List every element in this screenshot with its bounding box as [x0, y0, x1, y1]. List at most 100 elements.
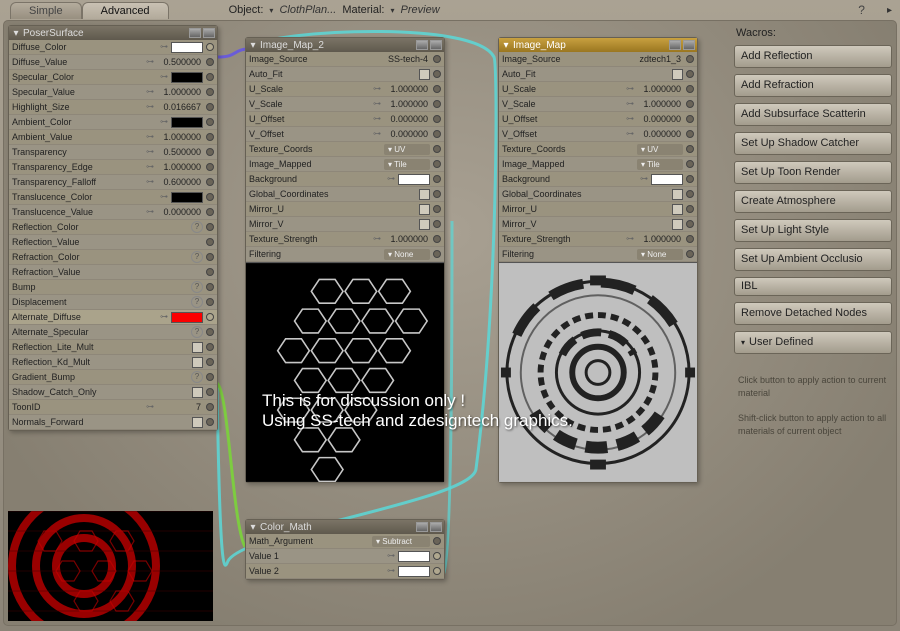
key-icon[interactable]: ⊶: [623, 234, 637, 244]
row-value[interactable]: 1.000000: [637, 84, 683, 94]
node-image-map-2[interactable]: ▾ Image_Map_2 Image_SourceSS-tech-4 Auto…: [245, 37, 445, 483]
dropdown[interactable]: ▾ Subtract: [372, 536, 430, 547]
object-value[interactable]: ClothPlan...: [279, 4, 336, 16]
wacro-add-sss[interactable]: Add Subsurface Scatterin: [734, 103, 892, 126]
color-swatch[interactable]: [171, 117, 203, 128]
key-icon[interactable]: ⊶: [143, 87, 157, 97]
key-icon[interactable]: ⊶: [384, 566, 398, 576]
output-port[interactable]: [206, 373, 214, 381]
wacro-add-refraction[interactable]: Add Refraction: [734, 74, 892, 97]
output-port[interactable]: [433, 552, 441, 560]
output-port[interactable]: [206, 148, 214, 156]
node-window-button[interactable]: [430, 40, 442, 50]
chevron-down-icon[interactable]: ▾: [269, 6, 273, 15]
checkbox[interactable]: [419, 189, 430, 200]
wacro-create-atmosphere[interactable]: Create Atmosphere: [734, 190, 892, 213]
output-port[interactable]: [433, 235, 441, 243]
key-icon[interactable]: ⊶: [370, 234, 384, 244]
output-port[interactable]: [433, 85, 441, 93]
output-port[interactable]: [433, 160, 441, 168]
key-icon[interactable]: ⊶: [623, 84, 637, 94]
checkbox[interactable]: [672, 69, 683, 80]
key-icon[interactable]: ⊶: [384, 551, 398, 561]
row-value[interactable]: 1.000000: [157, 87, 203, 97]
row-value[interactable]: 1.000000: [157, 162, 203, 172]
output-port[interactable]: [686, 235, 694, 243]
node-titlebar[interactable]: ▾ PoserSurface: [9, 26, 217, 40]
color-swatch[interactable]: [398, 551, 430, 562]
color-swatch[interactable]: [651, 174, 683, 185]
output-port[interactable]: [686, 160, 694, 168]
row-value[interactable]: 1.000000: [637, 99, 683, 109]
preview-label[interactable]: Preview: [401, 4, 440, 16]
output-port[interactable]: [433, 220, 441, 228]
output-port[interactable]: [206, 163, 214, 171]
tab-advanced[interactable]: Advanced: [82, 2, 169, 19]
output-port[interactable]: [206, 268, 214, 276]
row-value[interactable]: 0.000000: [157, 207, 203, 217]
key-icon[interactable]: ⊶: [157, 72, 171, 82]
collapse-icon[interactable]: ▾: [248, 40, 258, 51]
dropdown[interactable]: ▾ UV: [637, 144, 683, 155]
node-window-button[interactable]: [416, 522, 428, 532]
key-icon[interactable]: ⊶: [637, 174, 651, 184]
node-window-button[interactable]: [683, 40, 695, 50]
key-icon[interactable]: ⊶: [143, 132, 157, 142]
output-port[interactable]: [433, 100, 441, 108]
key-icon[interactable]: ⊶: [157, 312, 171, 322]
output-port[interactable]: [686, 175, 694, 183]
output-port[interactable]: [433, 190, 441, 198]
node-image-map[interactable]: ▾ Image_Map Image_Sourcezdtech1_3 Auto_F…: [498, 37, 698, 483]
row-value[interactable]: 0.000000: [384, 129, 430, 139]
tab-simple[interactable]: Simple: [10, 2, 82, 19]
chevron-down-icon[interactable]: ▾: [391, 6, 395, 15]
key-icon[interactable]: ⊶: [157, 192, 171, 202]
key-icon[interactable]: ⊶: [143, 147, 157, 157]
wacro-add-reflection[interactable]: Add Reflection: [734, 45, 892, 68]
output-port[interactable]: [206, 238, 214, 246]
row-value[interactable]: 1.000000: [637, 234, 683, 244]
wacro-user-defined[interactable]: ▾User Defined: [734, 331, 892, 354]
help-icon[interactable]: ?: [191, 326, 203, 338]
key-icon[interactable]: ⊶: [143, 57, 157, 67]
output-port[interactable]: [686, 55, 694, 63]
dropdown[interactable]: ▾ None: [637, 249, 683, 260]
row-value[interactable]: 0.016667: [157, 102, 203, 112]
color-swatch[interactable]: [398, 174, 430, 185]
output-port[interactable]: [433, 175, 441, 183]
dropdown[interactable]: ▾ None: [384, 249, 430, 260]
color-swatch[interactable]: [398, 566, 430, 577]
output-port[interactable]: [433, 145, 441, 153]
color-swatch[interactable]: [171, 42, 203, 53]
color-swatch[interactable]: [171, 192, 203, 203]
dropdown[interactable]: ▾ Tile: [637, 159, 683, 170]
output-port[interactable]: [686, 100, 694, 108]
row-value[interactable]: 0.000000: [384, 114, 430, 124]
checkbox[interactable]: [419, 219, 430, 230]
key-icon[interactable]: ⊶: [623, 99, 637, 109]
wacro-light-style[interactable]: Set Up Light Style: [734, 219, 892, 242]
row-value[interactable]: 0.000000: [637, 129, 683, 139]
node-window-button[interactable]: [203, 28, 215, 38]
output-port[interactable]: [206, 298, 214, 306]
wacro-ibl[interactable]: IBL: [734, 277, 892, 296]
chevron-right-icon[interactable]: ▸: [887, 5, 892, 16]
key-icon[interactable]: ⊶: [370, 114, 384, 124]
checkbox[interactable]: [672, 189, 683, 200]
output-port[interactable]: [206, 103, 214, 111]
key-icon[interactable]: ⊶: [143, 102, 157, 112]
collapse-icon[interactable]: ▾: [11, 28, 21, 39]
key-icon[interactable]: ⊶: [143, 402, 157, 412]
output-port[interactable]: [433, 537, 441, 545]
wacro-remove-detached[interactable]: Remove Detached Nodes: [734, 302, 892, 325]
output-port[interactable]: [206, 283, 214, 291]
output-port[interactable]: [206, 208, 214, 216]
output-port[interactable]: [686, 250, 694, 258]
output-port[interactable]: [433, 70, 441, 78]
key-icon[interactable]: ⊶: [623, 129, 637, 139]
row-value[interactable]: 0.000000: [637, 114, 683, 124]
output-port[interactable]: [686, 70, 694, 78]
key-icon[interactable]: ⊶: [370, 99, 384, 109]
output-port[interactable]: [433, 250, 441, 258]
row-value[interactable]: zdtech1_3: [623, 54, 683, 64]
